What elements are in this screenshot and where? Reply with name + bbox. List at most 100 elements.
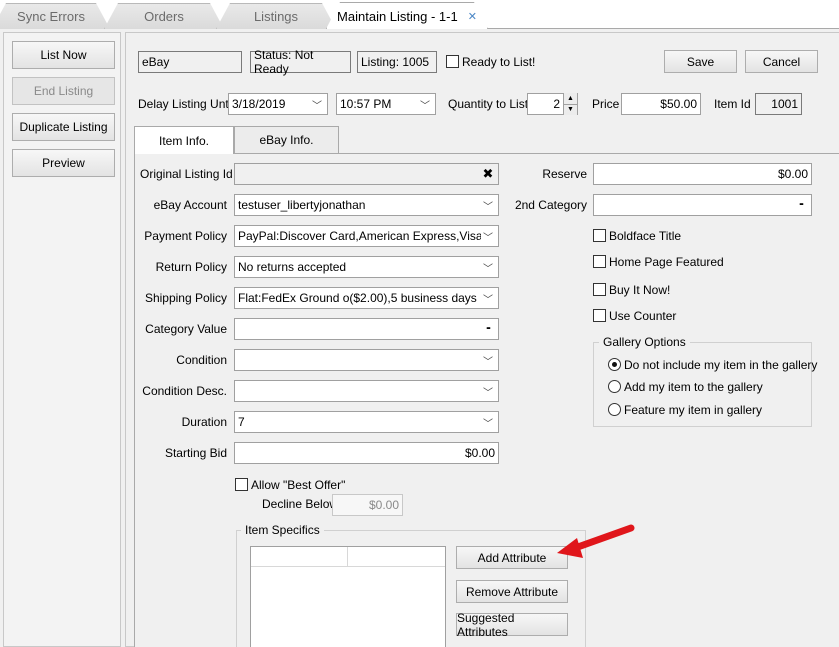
chevron-down-icon: ﹀ [420, 100, 430, 112]
end-listing-button[interactable]: End Listing [12, 77, 115, 105]
chevron-down-icon: ﹀ [483, 387, 493, 399]
boldface-title-checkbox[interactable] [593, 229, 606, 242]
reserve-label: Reserve [542, 167, 587, 181]
quantity-spin-buttons[interactable]: ▲ ▼ [563, 93, 577, 115]
duration-value: 7 [238, 415, 245, 429]
arrow-shaft [571, 524, 635, 552]
grid-header-row [251, 547, 445, 567]
tab-orders[interactable]: Orders [104, 3, 224, 29]
chevron-down-icon: ﹀ [483, 418, 493, 430]
chevron-down-icon: ﹀ [483, 356, 493, 368]
starting-bid-input[interactable]: $0.00 [234, 442, 499, 464]
condition-desc-select[interactable]: ﹀ [234, 380, 499, 402]
tab-label: Maintain Listing - 1-1 [337, 8, 458, 24]
gallery-option-label: Add my item to the gallery [624, 380, 763, 394]
chevron-down-icon: ﹀ [483, 294, 493, 306]
payment-policy-value: PayPal:Discover Card,American Express,Vi… [238, 229, 481, 243]
shipping-policy-label: Shipping Policy [144, 291, 227, 305]
spin-down-icon[interactable]: ▼ [564, 103, 577, 115]
ebay-account-value: testuser_libertyjonathan [238, 198, 366, 212]
duration-select[interactable]: 7 ﹀ [234, 411, 499, 433]
status-field: Status: Not Ready [250, 48, 351, 76]
tab-item-info[interactable]: Item Info. [134, 126, 234, 154]
save-button[interactable]: Save [664, 50, 737, 73]
allow-best-offer-label: Allow "Best Offer" [251, 478, 346, 492]
buy-it-now-label: Buy It Now! [609, 283, 671, 297]
cancel-button[interactable]: Cancel [745, 50, 818, 73]
ready-to-list-checkbox[interactable] [446, 55, 459, 68]
price-input[interactable]: $50.00 [621, 93, 701, 115]
ready-to-list-label: Ready to List! [462, 55, 536, 69]
add-attribute-button[interactable]: Add Attribute [456, 546, 568, 569]
browse-ellipsis-icon[interactable]: ••• [481, 326, 495, 332]
document-tab-strip: Sync Errors Orders Listings Maintain Lis… [0, 0, 839, 29]
browse-ellipsis-icon[interactable]: ••• [794, 202, 808, 208]
return-policy-select[interactable]: No returns accepted ﹀ [234, 256, 499, 278]
arrow-head [557, 538, 583, 558]
delay-date-picker[interactable]: 3/18/2019 ﹀ [228, 93, 328, 115]
gallery-option-label: Do not include my item in the gallery [624, 358, 818, 372]
ebay-account-label: eBay Account [153, 198, 227, 212]
shipping-policy-value: Flat:FedEx Ground o($2.00),5 business da… [238, 291, 477, 305]
buy-it-now-checkbox[interactable] [593, 283, 606, 296]
reserve-input[interactable]: $0.00 [593, 163, 812, 185]
delay-date-value: 3/18/2019 [232, 97, 286, 111]
starting-bid-label: Starting Bid [164, 446, 227, 460]
return-policy-label: Return Policy [155, 260, 227, 274]
quantity-label: Quantity to List [448, 97, 529, 111]
use-counter-label: Use Counter [609, 309, 677, 323]
list-now-button[interactable]: List Now [12, 41, 115, 69]
grid-column-divider [347, 547, 348, 567]
second-category-label: 2nd Category [514, 198, 587, 212]
clear-icon[interactable]: ✖ [481, 166, 495, 182]
boldface-title-label: Boldface Title [609, 229, 682, 243]
ebay-account-select[interactable]: testuser_libertyjonathan ﹀ [234, 194, 499, 216]
use-counter-checkbox[interactable] [593, 309, 606, 322]
tab-ebay-info[interactable]: eBay Info. [234, 126, 339, 153]
duplicate-listing-button[interactable]: Duplicate Listing [12, 113, 115, 141]
remove-attribute-button[interactable]: Remove Attribute [456, 580, 568, 603]
gallery-option-radio[interactable] [608, 403, 621, 416]
home-page-featured-checkbox[interactable] [593, 255, 606, 268]
condition-select[interactable]: ﹀ [234, 349, 499, 371]
item-specifics-title: Item Specifics [241, 523, 324, 537]
decline-below-label: Decline Below [262, 497, 339, 511]
delay-time-value: 10:57 PM [340, 97, 392, 111]
tab-sync-errors[interactable]: Sync Errors [0, 3, 110, 29]
preview-button[interactable]: Preview [12, 149, 115, 177]
tab-maintain-listing[interactable]: Maintain Listing - 1-1 ✕ [326, 2, 488, 29]
chevron-down-icon: ﹀ [483, 232, 493, 244]
payment-policy-select[interactable]: PayPal:Discover Card,American Express,Vi… [234, 225, 499, 247]
close-tab-icon[interactable]: ✕ [468, 10, 477, 23]
decline-below-input[interactable]: $0.00 [332, 494, 403, 516]
chevron-down-icon: ﹀ [312, 100, 322, 112]
chevron-down-icon: ﹀ [483, 263, 493, 275]
delay-time-picker[interactable]: 10:57 PM ﹀ [336, 93, 436, 115]
condition-desc-label: Condition Desc. [142, 384, 227, 398]
tab-label: Sync Errors [17, 9, 85, 24]
delay-listing-label: Delay Listing Until [138, 97, 235, 111]
duration-label: Duration [181, 415, 227, 429]
gallery-options-title: Gallery Options [599, 335, 690, 349]
category-value-field[interactable]: ••• [234, 318, 499, 340]
condition-label: Condition [176, 353, 227, 367]
shipping-policy-select[interactable]: Flat:FedEx Ground o($2.00),5 business da… [234, 287, 499, 309]
gallery-option-radio[interactable] [608, 358, 621, 371]
spin-up-icon[interactable]: ▲ [564, 93, 577, 104]
quantity-value: 2 [553, 97, 560, 111]
annotation-arrow-icon [557, 524, 635, 558]
item-id-label: Item Id [714, 97, 751, 111]
gallery-option-label: Feature my item in gallery [624, 403, 763, 417]
category-value-label: Category Value [145, 322, 227, 336]
tab-label: Listings [253, 9, 299, 24]
item-id-field: 1001 [755, 93, 802, 115]
item-specifics-grid[interactable] [250, 546, 446, 647]
original-listing-id-field[interactable]: ✖ [234, 163, 499, 185]
tab-listings[interactable]: Listings [216, 3, 336, 29]
gallery-option-radio[interactable] [608, 380, 621, 393]
suggested-attributes-button[interactable]: Suggested Attributes [456, 611, 568, 639]
return-policy-value: No returns accepted [238, 260, 347, 274]
second-category-field[interactable]: ••• [593, 194, 812, 216]
payment-policy-label: Payment Policy [144, 229, 227, 243]
allow-best-offer-checkbox[interactable] [235, 478, 248, 491]
